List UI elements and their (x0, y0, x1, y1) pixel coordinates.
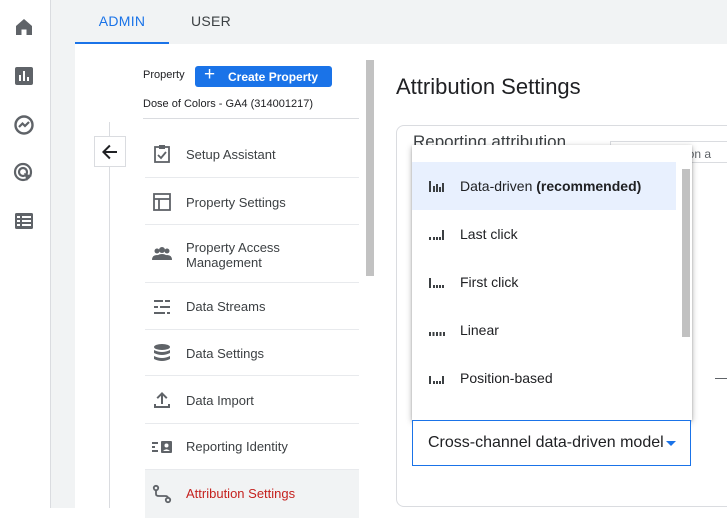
nav-item-data-streams[interactable]: Data Streams (145, 283, 359, 330)
nav-item-label: Setup Assistant (186, 147, 276, 162)
nav-item-attribution-settings[interactable]: Attribution Settings (145, 470, 359, 518)
attribution-model-select[interactable]: Cross-channel data-driven model (412, 420, 691, 466)
nav-item-setup-assistant[interactable]: Setup Assistant (145, 130, 359, 178)
create-property-label: Create Property (228, 70, 319, 84)
option-first-click[interactable]: First click (412, 258, 676, 306)
nav-item-label: Property Access Management (186, 240, 280, 270)
plus-icon: + (204, 64, 216, 85)
page-title: Attribution Settings (396, 74, 581, 99)
model-bars-icon (429, 179, 445, 193)
database-icon (151, 342, 173, 364)
option-data-driven[interactable]: Data-driven (recommended) (412, 162, 676, 210)
home-icon[interactable] (12, 15, 36, 39)
separator-dash (715, 378, 727, 379)
nav-item-data-settings[interactable]: Data Settings (145, 330, 359, 376)
property-label: Property (143, 69, 185, 81)
people-icon (151, 243, 173, 265)
model-bars-icon (429, 227, 445, 241)
nav-item-data-import[interactable]: Data Import (145, 376, 359, 424)
left-nav-rail (0, 0, 51, 508)
property-divider (143, 118, 359, 119)
model-bars-icon (429, 275, 445, 289)
nav-item-label: Data Streams (186, 299, 266, 314)
upload-icon (151, 389, 173, 411)
nav-item-label: Data Import (186, 393, 254, 408)
configure-icon[interactable] (12, 209, 36, 233)
arrow-back-icon (102, 144, 117, 160)
tab-admin[interactable]: ADMIN (75, 0, 169, 44)
option-label: Data-driven (recommended) (460, 178, 642, 194)
advertising-icon[interactable] (12, 161, 36, 185)
select-value: Cross-channel data-driven model (428, 434, 664, 451)
create-property-button[interactable]: + Create Property (195, 64, 332, 87)
layout-icon (151, 191, 173, 213)
recommended-tag: (recommended) (536, 178, 642, 194)
property-selector[interactable]: Dose of Colors - GA4 (314001217) (143, 98, 313, 110)
explore-icon[interactable] (12, 113, 36, 137)
nav-item-property-settings[interactable]: Property Settings (145, 178, 359, 225)
option-position-based[interactable]: Position-based (412, 354, 676, 402)
tab-user[interactable]: USER (169, 0, 253, 44)
nav-item-label: Attribution Settings (186, 486, 296, 501)
identity-icon (151, 436, 173, 458)
nav-item-label: Property Settings (186, 195, 286, 210)
property-nav-list: Setup Assistant Property Settings Proper… (145, 130, 359, 518)
model-bars-icon (429, 371, 445, 385)
option-label: Position-based (460, 370, 553, 386)
option-label: Linear (460, 322, 499, 338)
attribution-icon (151, 483, 173, 505)
nav-scrollbar[interactable] (366, 60, 374, 276)
reports-icon[interactable] (12, 64, 36, 88)
option-last-click[interactable]: Last click (412, 210, 676, 258)
admin-tabs: ADMIN USER (75, 0, 727, 44)
nav-item-property-access-management[interactable]: Property Access Management (145, 225, 359, 283)
back-button[interactable] (94, 136, 126, 167)
column-divider (109, 122, 110, 508)
dropdown-arrow-icon (666, 441, 676, 446)
attribution-model-menu: Data-driven (recommended) Last click Fir… (412, 145, 692, 420)
option-label: First click (460, 274, 519, 290)
streams-icon (151, 296, 173, 318)
nav-item-label: Data Settings (186, 346, 265, 361)
option-label: Last click (460, 226, 518, 242)
nav-item-label: Reporting Identity (186, 439, 288, 454)
option-linear[interactable]: Linear (412, 306, 676, 354)
nav-item-reporting-identity[interactable]: Reporting Identity (145, 424, 359, 470)
model-bars-icon (429, 323, 445, 337)
menu-scrollbar[interactable] (682, 169, 690, 337)
checklist-icon (151, 143, 173, 165)
